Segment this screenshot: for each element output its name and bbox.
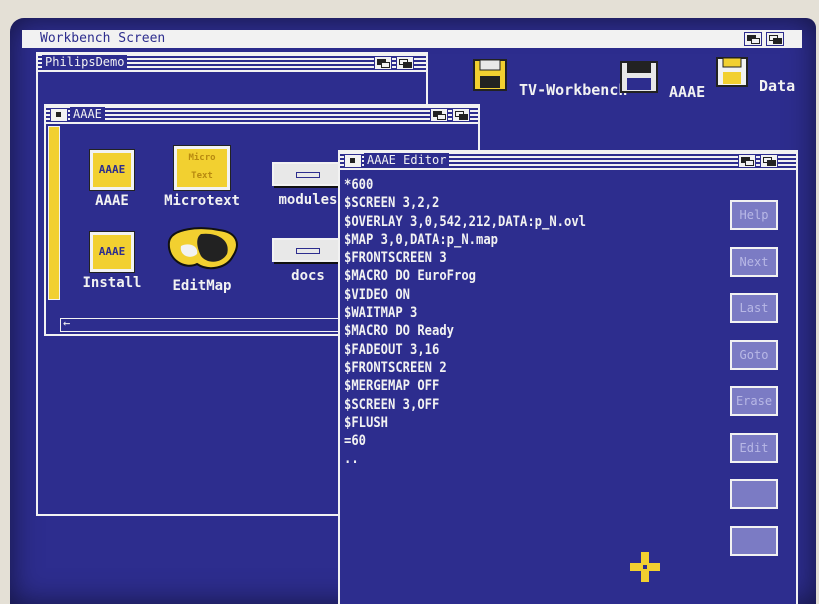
map-blob-icon: [167, 227, 238, 270]
philipsdemo-titlebar[interactable]: PhilipsDemo: [38, 54, 426, 72]
editor-line: *600: [344, 177, 374, 193]
editor-line: $FADEOUT 3,16: [344, 341, 440, 358]
editor-line: $FRONTSCREEN 2: [344, 359, 447, 376]
editor-button-next[interactable]: Next: [730, 246, 778, 277]
editor-title: AAAE Editor: [364, 153, 450, 168]
desktop-icon-tv-workbench[interactable]: TV-Workbench: [470, 58, 627, 99]
editor-line: $VIDEO ON: [344, 286, 411, 303]
editor-line: $MACRO DO Ready: [344, 323, 455, 340]
aaae-horizontal-scrollbar[interactable]: ←: [60, 316, 342, 332]
editor-button-blank-6[interactable]: [730, 479, 778, 509]
drawer-icon: [272, 238, 344, 262]
desktop-icon-aaae[interactable]: AAAE: [618, 60, 705, 101]
screen-title: Workbench Screen: [40, 31, 166, 46]
editor-line: $MACRO DO EuroFrog: [344, 268, 476, 285]
editor-line: $OVERLAY 3,0,542,212,DATA:p_N.ovl: [344, 213, 586, 230]
editor-line: $MAP 3,0,DATA:p_N.map: [344, 231, 498, 248]
aaae-editor-window[interactable]: AAAE Editor *600 $SCREEN 3,2,2 $OVERLAY 3,…: [338, 150, 798, 604]
editor-close-icon[interactable]: [344, 154, 362, 168]
screen-depth-back-icon[interactable]: [744, 32, 762, 46]
disk-icon: [716, 57, 748, 87]
screen-depth-front-icon[interactable]: [766, 32, 784, 46]
icon-editmap[interactable]: EditMap: [154, 224, 250, 294]
aaae-depth-back-icon[interactable]: [430, 108, 448, 122]
editor-button-erase[interactable]: Erase: [730, 386, 778, 416]
editor-button-last[interactable]: Last: [730, 293, 778, 323]
editor-line: =60: [344, 433, 367, 450]
editor-line: $SCREEN 3,2,2: [344, 195, 440, 212]
aaae-titlebar[interactable]: AAAE: [46, 106, 478, 124]
editor-button-goto[interactable]: Goto: [730, 339, 778, 370]
editor-line: $FRONTSCREEN 3: [344, 250, 447, 267]
aaae-vertical-scrollbar[interactable]: [48, 126, 60, 300]
icon-microtext[interactable]: Micro Text Microtext: [152, 145, 252, 209]
workbench-screen: Workbench Screen TV-Workbench AAAE Data …: [10, 18, 816, 604]
install-tool-icon: AAAE: [89, 231, 135, 273]
editor-line: $SCREEN 3,OFF: [344, 396, 440, 413]
screen-title-bar[interactable]: Workbench Screen: [22, 30, 802, 48]
aaae-close-icon[interactable]: [50, 108, 68, 122]
aaae-tool-icon: AAAE: [89, 149, 135, 191]
aaae-depth-front-icon[interactable]: [452, 108, 470, 122]
philipsdemo-title: PhilipsDemo: [42, 55, 128, 70]
philipsdemo-depth-front-icon[interactable]: [396, 56, 414, 70]
editor-titlebar[interactable]: AAAE Editor: [340, 152, 796, 170]
philipsdemo-depth-back-icon[interactable]: [374, 56, 392, 70]
crosshair-cursor-icon: [630, 552, 660, 582]
scroll-left-icon[interactable]: ←: [63, 316, 70, 330]
editor-line: $MERGEMAP OFF: [344, 378, 440, 395]
icon-aaae[interactable]: AAAE AAAE: [82, 149, 142, 209]
editor-button-blank-7[interactable]: [730, 525, 778, 556]
editor-line: ..: [344, 451, 359, 468]
aaae-title: AAAE: [70, 107, 105, 122]
editor-button-edit[interactable]: Edit: [730, 432, 778, 463]
microtext-icon: Micro Text: [173, 145, 231, 191]
editor-depth-front-icon[interactable]: [760, 154, 778, 168]
editor-line: $WAITMAP 3: [344, 305, 418, 322]
editor-line: $FLUSH: [344, 414, 389, 431]
disk-icon: [473, 59, 507, 91]
drawer-icon: [272, 162, 344, 186]
disk-icon: [620, 61, 658, 93]
editor-button-help[interactable]: Help: [730, 200, 778, 230]
editor-depth-back-icon[interactable]: [738, 154, 756, 168]
icon-install[interactable]: AAAE Install: [82, 231, 142, 291]
editor-text-area[interactable]: *600 $SCREEN 3,2,2 $OVERLAY 3,0,542,212,DA…: [344, 176, 586, 469]
desktop-icon-data[interactable]: Data: [714, 56, 795, 95]
